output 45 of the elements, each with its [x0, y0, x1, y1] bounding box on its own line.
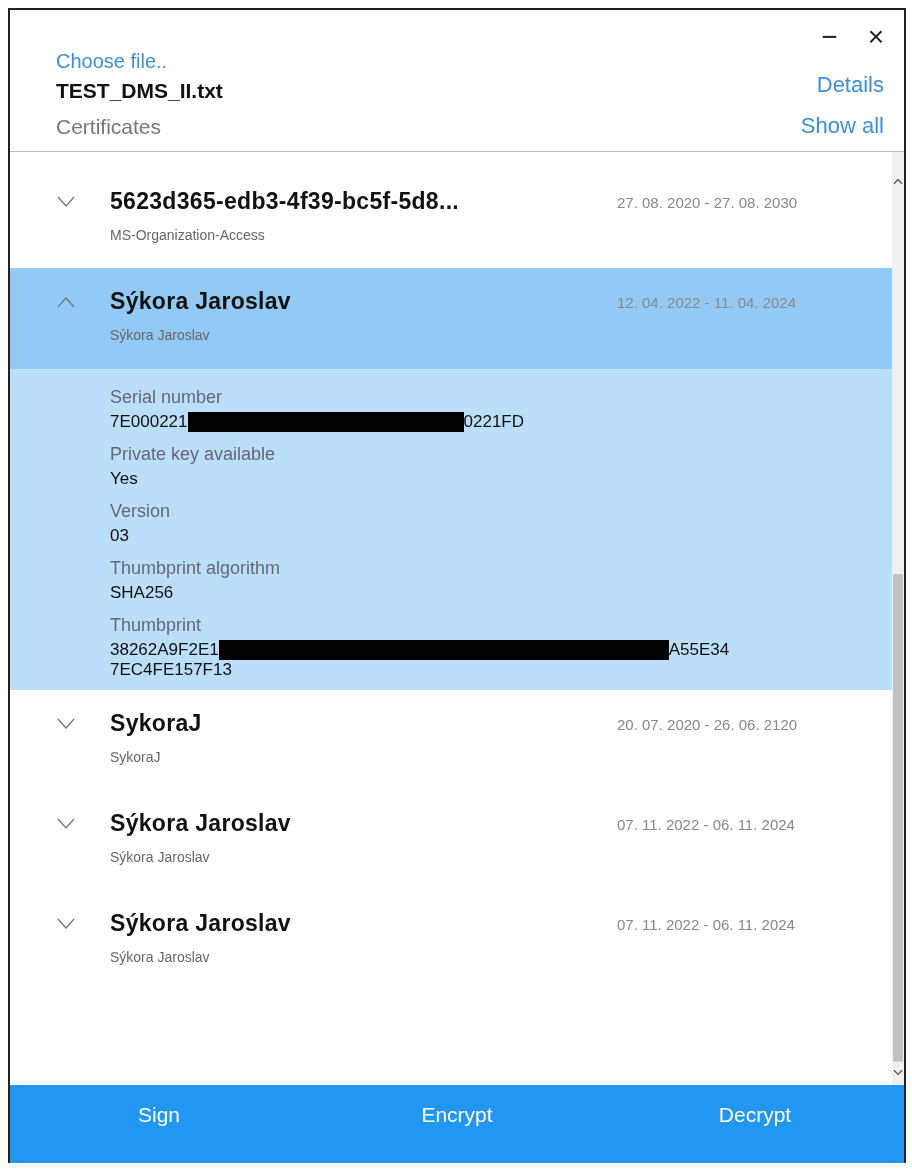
section-heading: Certificates	[56, 115, 162, 139]
action-button[interactable]: Decrypt	[606, 1085, 904, 1163]
validity-dates: 27. 08. 2020 - 27. 08. 2030	[617, 194, 799, 211]
certificate-subject: Sýkora Jaroslav	[110, 949, 211, 965]
certificate-title: Sýkora Jaroslav	[110, 288, 292, 315]
certificate-subject: SykoraJ	[110, 749, 162, 765]
field-label: Thumbprint	[110, 615, 203, 636]
certificate-subject: Sýkora Jaroslav	[110, 849, 211, 865]
action-button[interactable]: Encrypt	[308, 1085, 606, 1163]
field-value: 0221FD	[463, 412, 524, 432]
field-value: SHA256	[110, 583, 174, 603]
field-label: Version	[110, 501, 172, 522]
certificate-title: 5623d365-edb3-4f39-bc5f-5d8...	[110, 188, 461, 215]
chevron-down-icon[interactable]	[57, 196, 75, 208]
certificate-title: Sýkora Jaroslav	[110, 810, 292, 837]
field-label: Thumbprint algorithm	[110, 558, 282, 579]
validity-dates: 12. 04. 2022 - 11. 04. 2024	[617, 294, 798, 311]
validity-dates: 07. 11. 2022 - 06. 11. 2024	[617, 816, 796, 833]
chevron-down-icon[interactable]	[57, 918, 75, 930]
show-all-link[interactable]: Show all	[800, 113, 884, 139]
action-button[interactable]: Sign	[10, 1085, 308, 1163]
validity-dates: 07. 11. 2022 - 06. 11. 2024	[617, 916, 796, 933]
minimize-button[interactable]: −	[821, 24, 838, 46]
choose-file-link[interactable]: Choose file..	[56, 50, 168, 73]
certificate-subject: Sýkora Jaroslav	[110, 327, 211, 343]
close-button[interactable]: ×	[867, 24, 884, 46]
file-name: TEST_DMS_II.txt	[56, 79, 223, 103]
field-label: Private key available	[110, 444, 277, 465]
field-value: 38262A9F2E1	[110, 640, 219, 660]
chevron-down-icon[interactable]	[57, 818, 75, 830]
field-value: A55E34	[668, 640, 730, 660]
details-link[interactable]: Details	[816, 72, 884, 98]
chevron-down-icon[interactable]	[57, 718, 75, 730]
certificate-title: Sýkora Jaroslav	[110, 910, 292, 937]
field-value: 03	[110, 526, 129, 546]
field-label: Serial number	[110, 387, 224, 408]
field-value: 7E000221	[110, 412, 188, 432]
validity-dates: 20. 07. 2020 - 26. 06. 2120	[617, 716, 799, 733]
scrollbar[interactable]	[892, 152, 904, 1085]
field-value: Yes	[110, 469, 138, 489]
certificate-title: SykoraJ	[110, 710, 203, 737]
certificate-header[interactable]: Sýkora Jaroslav Sýkora Jaroslav 12. 04. 2022 - 11. 04. 2024	[10, 268, 892, 369]
chevron-up-icon[interactable]	[57, 296, 75, 308]
field-value: 7EC4FE157F13	[110, 660, 232, 680]
certificate-subject: MS-Organization-Access	[110, 227, 266, 243]
